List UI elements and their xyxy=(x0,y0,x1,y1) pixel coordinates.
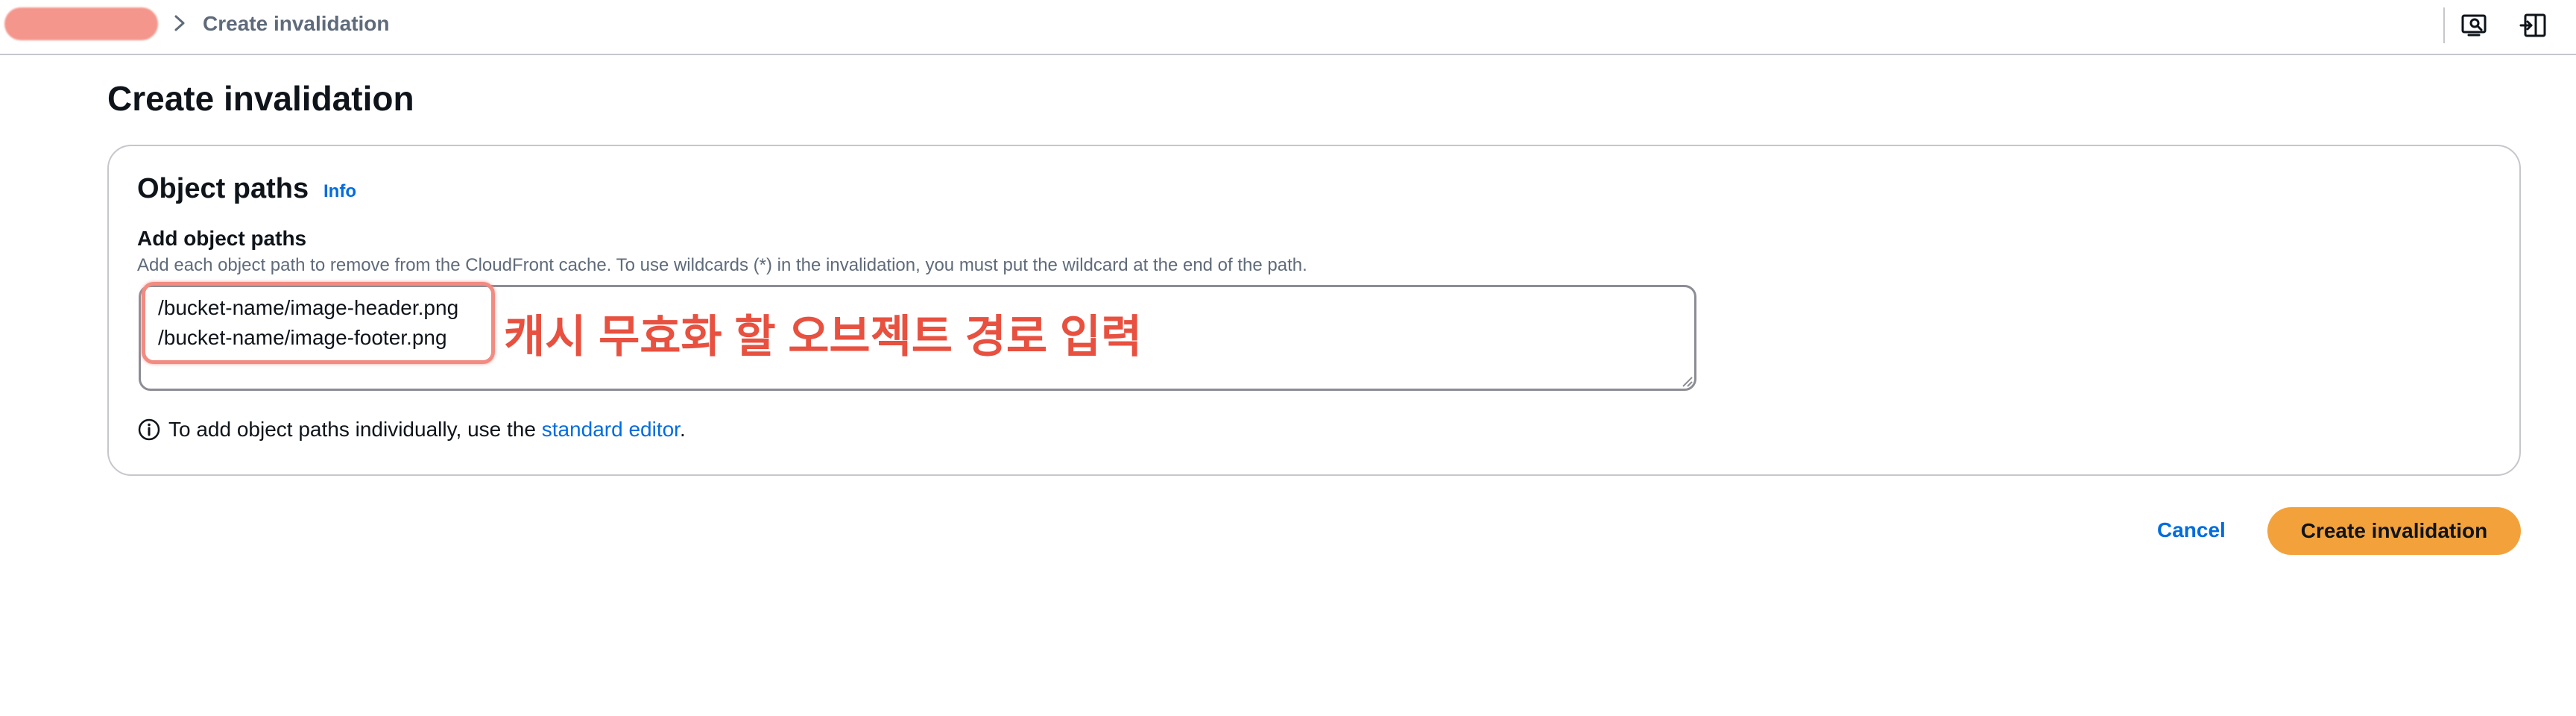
create-invalidation-button[interactable]: Create invalidation xyxy=(2267,507,2521,555)
hint-suffix: . xyxy=(679,418,686,441)
info-circle-icon xyxy=(138,418,160,441)
toolbar-divider xyxy=(2443,7,2445,43)
hint-text: To add object paths individually, use th… xyxy=(168,416,686,443)
field-description: Add each object path to remove from the … xyxy=(137,255,1307,275)
breadcrumb-current: Create invalidation xyxy=(203,12,390,35)
redacted-breadcrumb xyxy=(4,7,158,40)
hint-prefix: To add object paths individually, use th… xyxy=(168,418,542,441)
page-title: Create invalidation xyxy=(107,79,414,118)
chevron-right-icon xyxy=(174,15,185,31)
screen-search-icon[interactable] xyxy=(2460,10,2490,40)
resize-handle-icon[interactable] xyxy=(1680,374,1693,388)
annotation-text: 캐시 무효화 할 오브젝트 경로 입력 xyxy=(504,312,1143,362)
info-link[interactable]: Info xyxy=(323,180,356,203)
panel-title: Object paths xyxy=(137,173,309,204)
field-label: Add object paths xyxy=(137,227,307,250)
cancel-button[interactable]: Cancel xyxy=(2147,506,2236,555)
path-line[interactable]: /bucket-name/image-header.png xyxy=(158,294,458,322)
path-line[interactable]: /bucket-name/image-footer.png xyxy=(158,324,447,352)
top-navigation-bar: Create invalidation xyxy=(0,0,2576,55)
panel-toggle-icon[interactable] xyxy=(2519,10,2549,40)
standard-editor-link[interactable]: standard editor xyxy=(542,418,680,441)
